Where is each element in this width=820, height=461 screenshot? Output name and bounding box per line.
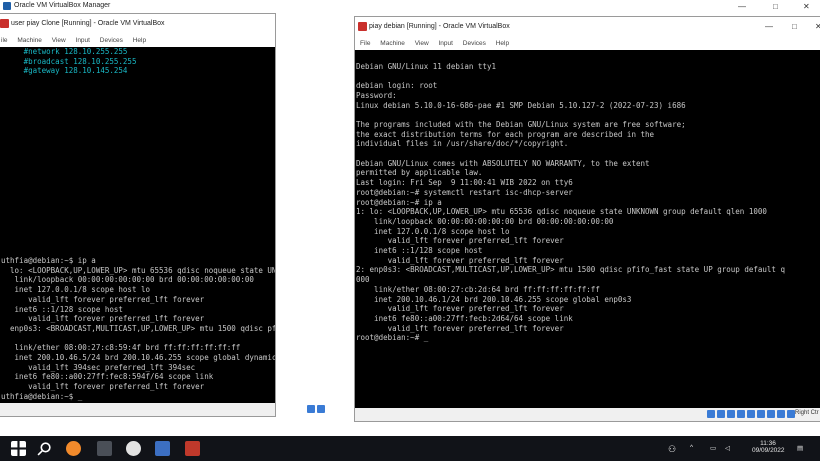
clock[interactable]: 11:36 09/09/2022 — [752, 440, 785, 454]
menu-view[interactable]: View — [52, 37, 66, 44]
shared-folder-icon[interactable] — [757, 410, 765, 418]
chrome-icon[interactable] — [126, 441, 141, 456]
start-icon[interactable] — [11, 441, 26, 456]
statusbar-device-icons[interactable] — [307, 405, 325, 413]
display-icon[interactable] — [767, 410, 775, 418]
left-vm-terminal[interactable]: #network 128.10.255.255 #broadcast 128.1… — [0, 47, 275, 403]
optical-drive-icon[interactable] — [717, 410, 725, 418]
right-vm-terminal[interactable]: Debian GNU/Linux 11 debian tty1 debian l… — [355, 50, 820, 408]
hard-disk-icon[interactable] — [307, 405, 315, 413]
config-comments: #network 128.10.255.255 #broadcast 128.1… — [23, 47, 137, 76]
menu-devices[interactable]: Devices — [463, 40, 486, 47]
people-icon[interactable]: ⚇ — [668, 444, 676, 455]
menu-machine[interactable]: Machine — [380, 40, 405, 47]
network-icon[interactable] — [737, 410, 745, 418]
clock-time: 11:36 — [760, 440, 776, 447]
taskbar-app-icon[interactable] — [97, 441, 112, 456]
host-key-label: Right Ctr — [795, 410, 819, 416]
mouse-integration-icon[interactable] — [787, 410, 795, 418]
right-vm-window: piay debian [Running] - Oracle VM Virtua… — [354, 16, 820, 422]
virtualbox-icon[interactable] — [155, 441, 170, 456]
manager-title: Oracle VM VirtualBox Manager — [14, 2, 111, 9]
maximize-button[interactable]: □ — [792, 22, 797, 31]
hard-disk-icon[interactable] — [707, 410, 715, 418]
menu-input[interactable]: Input — [76, 37, 90, 44]
left-vm-title: user piay Clone [Running] - Oracle VM Vi… — [11, 20, 165, 27]
menu-input[interactable]: Input — [438, 40, 452, 47]
taskbar: ⚇ ^ ▭ ◁ 11:36 09/09/2022 ▤ — [0, 436, 820, 461]
left-vm-titlebar[interactable]: user piay Clone [Running] - Oracle VM Vi… — [0, 14, 275, 34]
optical-drive-icon[interactable] — [317, 405, 325, 413]
virtualbox-icon — [0, 19, 9, 28]
right-vm-statusbar: Right Ctr — [355, 408, 820, 421]
menu-devices[interactable]: Devices — [100, 37, 123, 44]
right-vm-titlebar[interactable]: piay debian [Running] - Oracle VM Virtua… — [355, 17, 820, 37]
virtualbox-icon — [358, 22, 367, 31]
recording-icon[interactable] — [777, 410, 785, 418]
vm-window-icon[interactable] — [185, 441, 200, 456]
minimize-button[interactable]: — — [765, 22, 773, 31]
menu-machine[interactable]: Machine — [17, 37, 42, 44]
left-vm-statusbar — [0, 403, 325, 416]
search-icon[interactable] — [37, 441, 52, 456]
usb-icon[interactable] — [747, 410, 755, 418]
tray-chevron-icon[interactable]: ^ — [690, 444, 693, 451]
minimize-button[interactable]: — — [738, 2, 746, 11]
virtualbox-icon — [3, 2, 11, 10]
network-tray-icon[interactable]: ▭ — [710, 444, 716, 452]
left-vm-window: user piay Clone [Running] - Oracle VM Vi… — [0, 13, 325, 417]
firefox-icon[interactable] — [66, 441, 81, 456]
close-button[interactable]: ✕ — [803, 2, 810, 11]
statusbar-device-icons[interactable] — [707, 410, 795, 418]
menu-view[interactable]: View — [415, 40, 429, 47]
menu-help[interactable]: Help — [496, 40, 509, 47]
speaker-tray-icon[interactable]: ◁ — [725, 444, 730, 452]
menu-file[interactable]: File — [360, 40, 370, 47]
left-vm-menubar: ile Machine View Input Devices Help — [0, 34, 275, 47]
right-vm-menubar: File Machine View Input Devices Help — [355, 37, 820, 50]
right-vm-title: piay debian [Running] - Oracle VM Virtua… — [369, 23, 510, 30]
close-button[interactable]: ✕ — [815, 22, 820, 31]
clock-date: 09/09/2022 — [752, 447, 785, 454]
maximize-button[interactable]: □ — [773, 2, 778, 11]
terminal-output: Debian GNU/Linux 11 debian tty1 debian l… — [356, 61, 785, 343]
menu-file[interactable]: ile — [1, 37, 8, 44]
menu-help[interactable]: Help — [133, 37, 146, 44]
terminal-output: uthfia@debian:~$ ip a lo: <LOOPBACK,UP,L… — [1, 256, 275, 401]
audio-icon[interactable] — [727, 410, 735, 418]
notification-icon[interactable]: ▤ — [797, 444, 803, 452]
virtualbox-manager-titlebar: Oracle VM VirtualBox Manager — □ ✕ — [0, 0, 820, 13]
